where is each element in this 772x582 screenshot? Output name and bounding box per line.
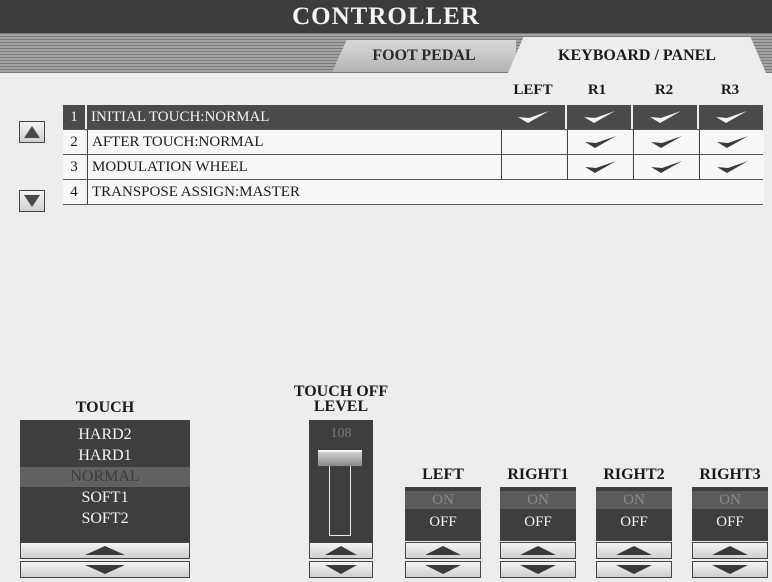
column-header-r2: R2 [654,82,674,98]
row-label: MODULATION WHEEL [87,155,504,179]
level-up-button[interactable] [309,542,373,559]
triangle-up-icon [325,546,357,555]
touch-heading: TOUCH [75,399,135,416]
part-right3-down-button[interactable] [692,561,768,578]
cell-r2[interactable] [633,130,698,154]
triangle-down-icon [325,565,357,574]
touch-option-selected[interactable]: NORMAL [20,467,190,487]
part-left-up-button[interactable] [405,542,481,559]
part-right1-heading: RIGHT1 [507,466,569,483]
table-row[interactable]: 2 AFTER TOUCH:NORMAL [63,130,764,155]
part-left-down-button[interactable] [405,561,481,578]
part-right2-heading: RIGHT2 [603,466,665,483]
cell-r2[interactable] [633,155,698,179]
cell-left[interactable] [501,130,566,154]
checkmark-icon [585,136,616,148]
checkmark-icon [651,136,682,148]
part-right2-up-button[interactable] [596,542,672,559]
part-right1-up-button[interactable] [500,542,576,559]
checkmark-icon [716,111,747,123]
part-left-heading: LEFT [422,466,464,483]
column-header-r1: R1 [587,82,607,98]
part-right1-on[interactable]: ON [500,491,576,509]
row-number: 4 [63,180,85,204]
level-down-button[interactable] [309,561,373,578]
part-right2-down-button[interactable] [596,561,672,578]
part-right1-down-button[interactable] [500,561,576,578]
triangle-up-icon [520,546,556,555]
row-number: 3 [63,155,85,179]
part-right2-on[interactable]: ON [596,491,672,509]
slider-knob[interactable] [318,450,362,466]
part-right1-switch[interactable]: ON OFF [500,487,576,541]
part-right3-up-button[interactable] [692,542,768,559]
scroll-down-button[interactable] [19,190,45,212]
table-row[interactable]: 1 INITIAL TOUCH:NORMAL [63,105,763,130]
part-left-switch[interactable]: ON OFF [405,487,481,541]
cell-r1[interactable] [567,155,632,179]
part-left-on[interactable]: ON [405,491,481,509]
cell-r3[interactable] [699,105,763,129]
cell-r1[interactable] [567,105,631,129]
part-right3-heading: RIGHT3 [699,466,761,483]
column-header-r3: R3 [720,82,740,98]
touch-option[interactable]: SOFT1 [20,488,190,508]
part-right2-off[interactable]: OFF [596,513,672,531]
part-right2-switch[interactable]: ON OFF [596,487,672,541]
touch-off-level-heading: TOUCH OFF LEVEL [293,383,389,415]
checkmark-icon [518,111,549,123]
cell-r2[interactable] [633,105,697,129]
triangle-down-icon [85,565,125,574]
page-title: CONTROLLER [0,0,772,33]
slider-track [329,454,351,536]
cell-r3[interactable] [699,155,764,179]
touch-option[interactable]: HARD1 [20,446,190,466]
triangle-up-icon [24,126,40,138]
part-right3-on[interactable]: ON [692,491,768,509]
triangle-up-icon [425,546,461,555]
checkmark-icon [651,161,682,173]
part-right3-off[interactable]: OFF [692,513,768,531]
triangle-down-icon [712,565,748,574]
cell-r1[interactable] [567,130,632,154]
row-label: INITIAL TOUCH:NORMAL [87,105,503,129]
part-right1-off[interactable]: OFF [500,513,576,531]
triangle-up-icon [712,546,748,555]
touch-off-level-value: 108 [330,426,352,441]
checkmark-icon [585,161,616,173]
checkmark-icon [717,161,748,173]
row-label: AFTER TOUCH:NORMAL [87,130,504,154]
column-header-left: LEFT [513,82,553,98]
triangle-down-icon [520,565,556,574]
triangle-up-icon [85,546,125,555]
touch-down-button[interactable] [20,561,190,578]
triangle-up-icon [616,546,652,555]
table-row[interactable]: 4 TRANSPOSE ASSIGN:MASTER [63,180,764,205]
touch-selector[interactable]: HARD2 HARD1 NORMAL SOFT1 SOFT2 [20,420,190,542]
tab-foot-pedal[interactable]: FOOT PEDAL [332,40,516,72]
row-label: TRANSPOSE ASSIGN:MASTER [87,180,764,204]
part-left-off[interactable]: OFF [405,513,481,531]
touch-option[interactable]: SOFT2 [20,509,190,529]
triangle-down-icon [24,195,40,207]
cell-r3[interactable] [699,130,764,154]
checkmark-icon [584,111,615,123]
triangle-down-icon [616,565,652,574]
scroll-up-button[interactable] [19,121,45,143]
row-number: 2 [63,130,85,154]
touch-option[interactable]: HARD2 [20,425,190,445]
tab-keyboard-panel[interactable]: KEYBOARD / PANEL [508,37,766,73]
row-number: 1 [63,105,85,129]
checkmark-icon [717,136,748,148]
touch-up-button[interactable] [20,542,190,559]
checkmark-icon [650,111,681,123]
triangle-down-icon [425,565,461,574]
cell-left[interactable] [501,155,566,179]
table-row[interactable]: 3 MODULATION WHEEL [63,155,764,180]
cell-left[interactable] [501,105,565,129]
part-right3-switch[interactable]: ON OFF [692,487,768,541]
